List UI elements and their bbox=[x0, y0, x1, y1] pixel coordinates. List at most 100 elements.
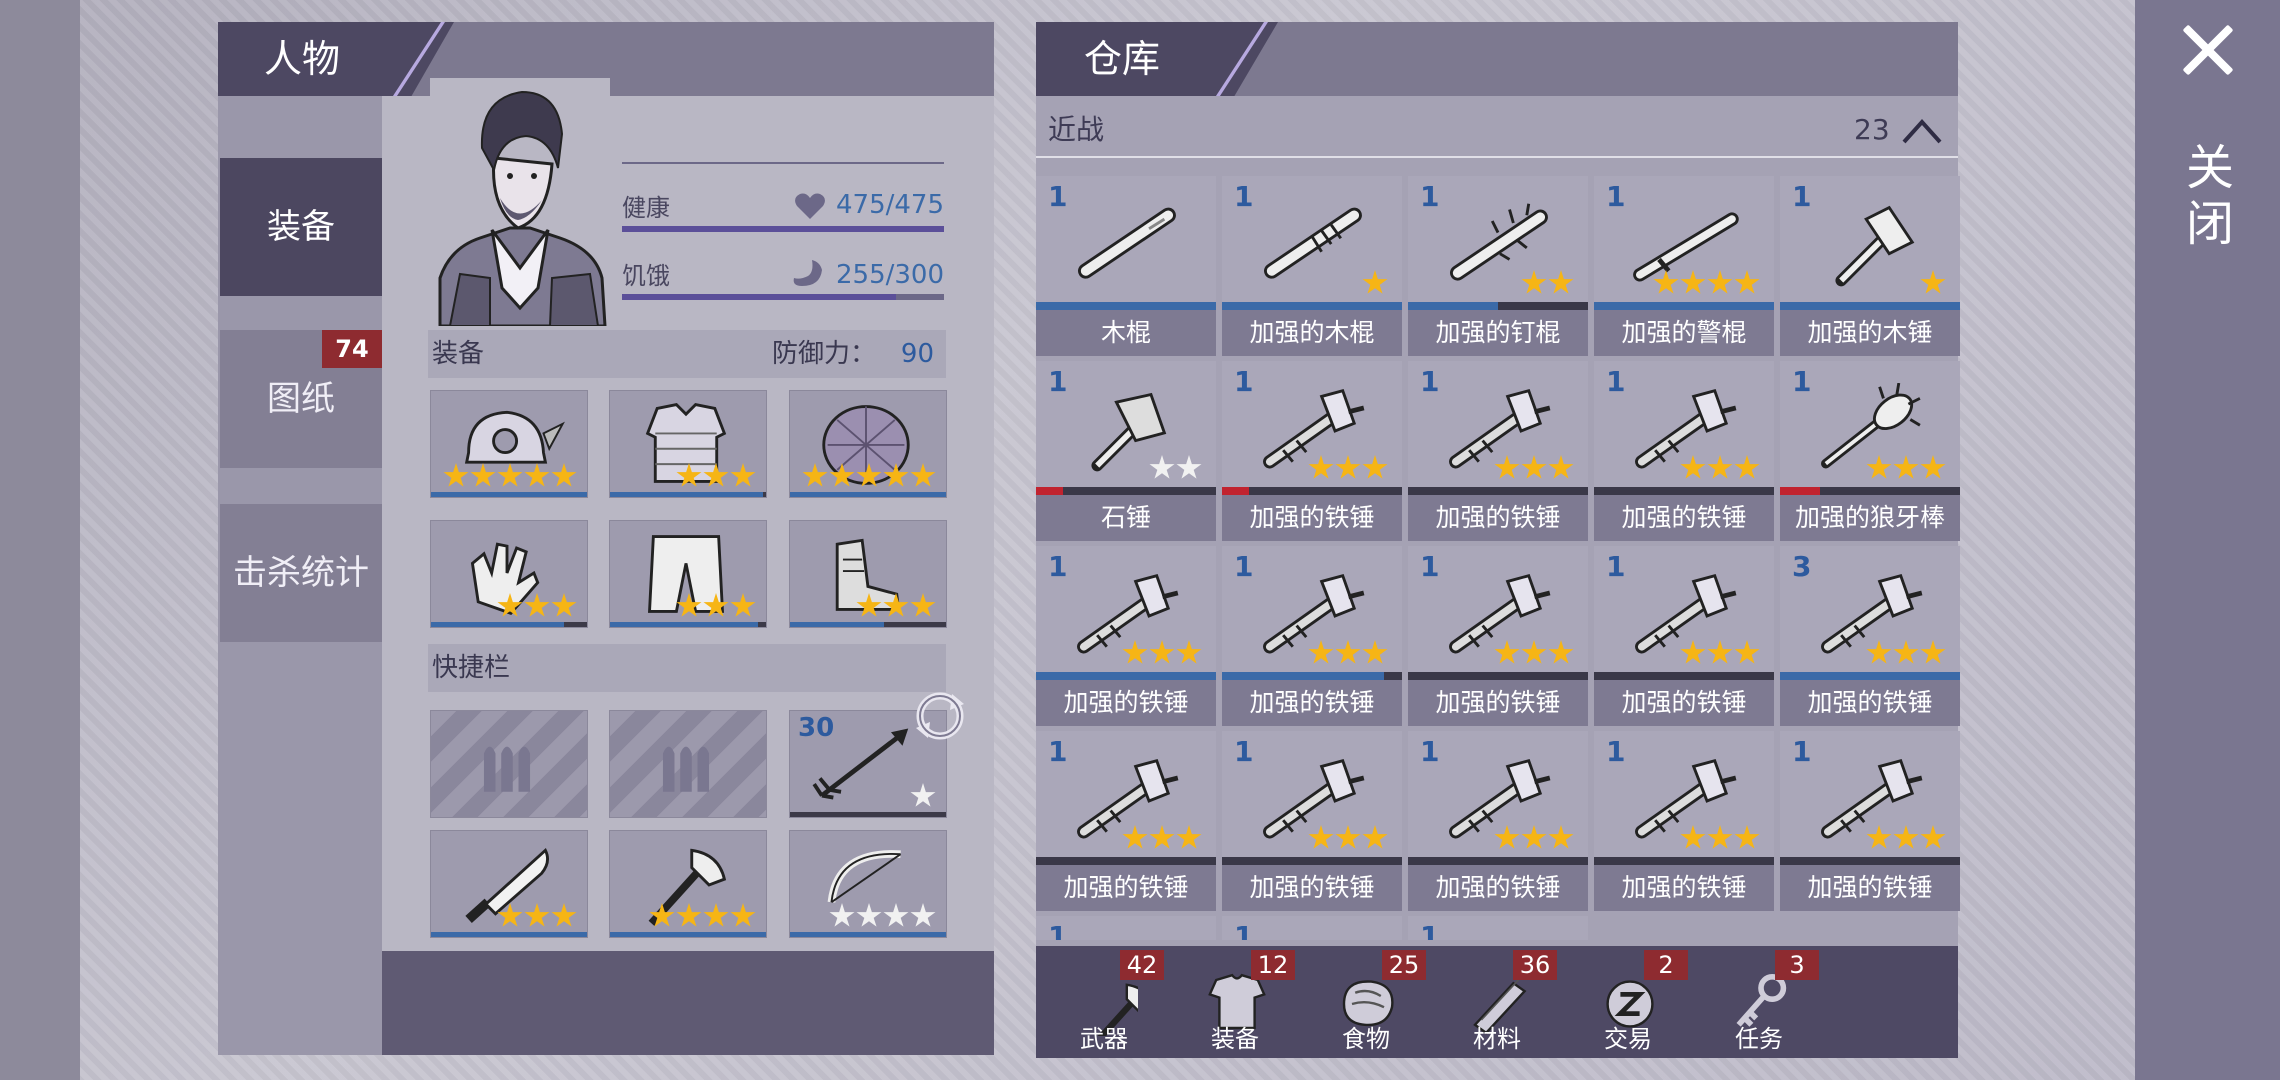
defense-label: 防御力： bbox=[771, 339, 876, 369]
storage-item[interactable]: 1 加强的铁锤 bbox=[1036, 546, 1216, 726]
item-count: 1 bbox=[1792, 365, 1812, 398]
star-icon bbox=[703, 903, 729, 927]
star-icon bbox=[1176, 640, 1202, 664]
equipment-slot[interactable] bbox=[789, 520, 947, 628]
star-icon bbox=[1920, 640, 1946, 664]
storage-item[interactable]: 1 bbox=[1036, 916, 1216, 940]
item-name: 石锤 bbox=[1036, 495, 1216, 541]
item-count: 1 bbox=[1420, 920, 1440, 940]
stat-divider bbox=[622, 162, 944, 164]
star-icon bbox=[470, 463, 496, 487]
star-icon bbox=[910, 903, 936, 927]
star-icon bbox=[1734, 640, 1760, 664]
item-durability bbox=[1594, 857, 1774, 865]
close-label[interactable]: 关闭 bbox=[2185, 140, 2235, 252]
item-count: 1 bbox=[1234, 180, 1254, 213]
storage-item[interactable]: 1 加强的木棍 bbox=[1222, 176, 1402, 356]
star-icon bbox=[1548, 270, 1574, 294]
category-logs-button[interactable]: 36 材料 bbox=[1433, 946, 1561, 1058]
storage-item[interactable]: 1 加强的铁锤 bbox=[1408, 361, 1588, 541]
item-name: 加强的铁锤 bbox=[1594, 495, 1774, 541]
item-name: 加强的铁锤 bbox=[1036, 865, 1216, 911]
item-durability bbox=[1594, 302, 1774, 310]
item-name: 加强的警棍 bbox=[1594, 310, 1774, 356]
category-shirt-button[interactable]: 12 装备 bbox=[1171, 946, 1299, 1058]
storage-item[interactable]: 1 石锤 bbox=[1036, 361, 1216, 541]
category-coin-button[interactable]: 2 交易 bbox=[1564, 946, 1692, 1058]
defense-value: 90 bbox=[900, 339, 934, 369]
character-footer bbox=[382, 951, 994, 1055]
item-name: 加强的铁锤 bbox=[1594, 680, 1774, 726]
category-meat-button[interactable]: 25 食物 bbox=[1302, 946, 1430, 1058]
item-count: 1 bbox=[1792, 180, 1812, 213]
item-name: 加强的铁锤 bbox=[1408, 495, 1588, 541]
character-portrait bbox=[430, 78, 610, 326]
equipment-slot[interactable] bbox=[430, 520, 588, 628]
quickbar-slot[interactable] bbox=[430, 830, 588, 938]
quickbar-slot[interactable] bbox=[609, 710, 767, 818]
melee-category-bar[interactable]: 近战 23 bbox=[1036, 104, 1958, 156]
refresh-icon[interactable] bbox=[912, 688, 968, 744]
star-icon bbox=[649, 903, 675, 927]
star-icon bbox=[1308, 825, 1334, 849]
storage-item[interactable]: 1 bbox=[1408, 916, 1588, 940]
equipment-slot[interactable] bbox=[609, 520, 767, 628]
equipment-slot[interactable] bbox=[789, 390, 947, 498]
star-icon bbox=[1149, 455, 1175, 479]
category-key-button[interactable]: 3 任务 bbox=[1695, 946, 1823, 1058]
storage-item[interactable]: 1 加强的木锤 bbox=[1780, 176, 1960, 356]
quickbar-slot[interactable] bbox=[430, 710, 588, 818]
storage-item[interactable]: 1 加强的铁锤 bbox=[1594, 546, 1774, 726]
storage-item[interactable]: 1 木棍 bbox=[1036, 176, 1216, 356]
star-icon bbox=[1122, 640, 1148, 664]
close-icon[interactable] bbox=[2180, 22, 2236, 78]
storage-item[interactable]: 3 加强的铁锤 bbox=[1780, 546, 1960, 726]
tab-equipment[interactable]: 装备 bbox=[220, 158, 382, 296]
quickbar-slot[interactable] bbox=[609, 830, 767, 938]
equipment-slot[interactable] bbox=[609, 390, 767, 498]
star-icon bbox=[551, 903, 577, 927]
category-axe-button[interactable]: 42 武器 bbox=[1040, 946, 1168, 1058]
storage-item[interactable]: 1 加强的铁锤 bbox=[1222, 361, 1402, 541]
storage-item[interactable]: 1 加强的铁锤 bbox=[1594, 731, 1774, 911]
item-durability bbox=[1780, 302, 1960, 310]
equipment-slot[interactable] bbox=[430, 390, 588, 498]
item-name: 加强的铁锤 bbox=[1780, 865, 1960, 911]
star-icon bbox=[1734, 455, 1760, 479]
storage-item[interactable]: 1 加强的铁锤 bbox=[1222, 731, 1402, 911]
item-count: 1 bbox=[1420, 735, 1440, 768]
storage-item[interactable]: 1 bbox=[1222, 916, 1402, 940]
storage-item[interactable]: 1 加强的铁锤 bbox=[1594, 361, 1774, 541]
category-label: 装备 bbox=[1211, 1025, 1259, 1053]
star-icon bbox=[1920, 270, 1946, 294]
category-divider bbox=[1036, 156, 1958, 158]
storage-item[interactable]: 1 加强的狼牙棒 bbox=[1780, 361, 1960, 541]
item-name: 加强的狼牙棒 bbox=[1780, 495, 1960, 541]
star-icon bbox=[1122, 825, 1148, 849]
item-durability bbox=[1408, 302, 1588, 310]
star-icon bbox=[551, 463, 577, 487]
star-icon bbox=[1548, 455, 1574, 479]
storage-item[interactable]: 1 加强的铁锤 bbox=[1408, 731, 1588, 911]
star-icon bbox=[1362, 455, 1388, 479]
storage-item[interactable]: 1 加强的钉棍 bbox=[1408, 176, 1588, 356]
item-count: 1 bbox=[1606, 180, 1626, 213]
storage-item[interactable]: 1 加强的铁锤 bbox=[1222, 546, 1402, 726]
tab-kill-stats[interactable]: 击杀统计 bbox=[220, 504, 382, 642]
quickbar-slot[interactable] bbox=[789, 830, 947, 938]
storage-item[interactable]: 1 加强的警棍 bbox=[1594, 176, 1774, 356]
star-icon bbox=[1548, 640, 1574, 664]
star-icon bbox=[524, 903, 550, 927]
star-icon bbox=[1521, 270, 1547, 294]
star-icon bbox=[1653, 270, 1679, 294]
storage-item[interactable]: 1 加强的铁锤 bbox=[1408, 546, 1588, 726]
item-durability bbox=[1222, 672, 1402, 680]
item-durability bbox=[1780, 487, 1960, 495]
item-count: 1 bbox=[1606, 735, 1626, 768]
storage-item[interactable]: 1 加强的铁锤 bbox=[1780, 731, 1960, 911]
storage-item[interactable]: 1 加强的铁锤 bbox=[1036, 731, 1216, 911]
wooden-hammer-icon bbox=[1835, 205, 1915, 287]
chevron-up-icon[interactable] bbox=[1900, 110, 1944, 150]
equipment-section: 装备 防御力： 90 bbox=[428, 330, 946, 378]
item-count: 1 bbox=[1048, 180, 1068, 213]
